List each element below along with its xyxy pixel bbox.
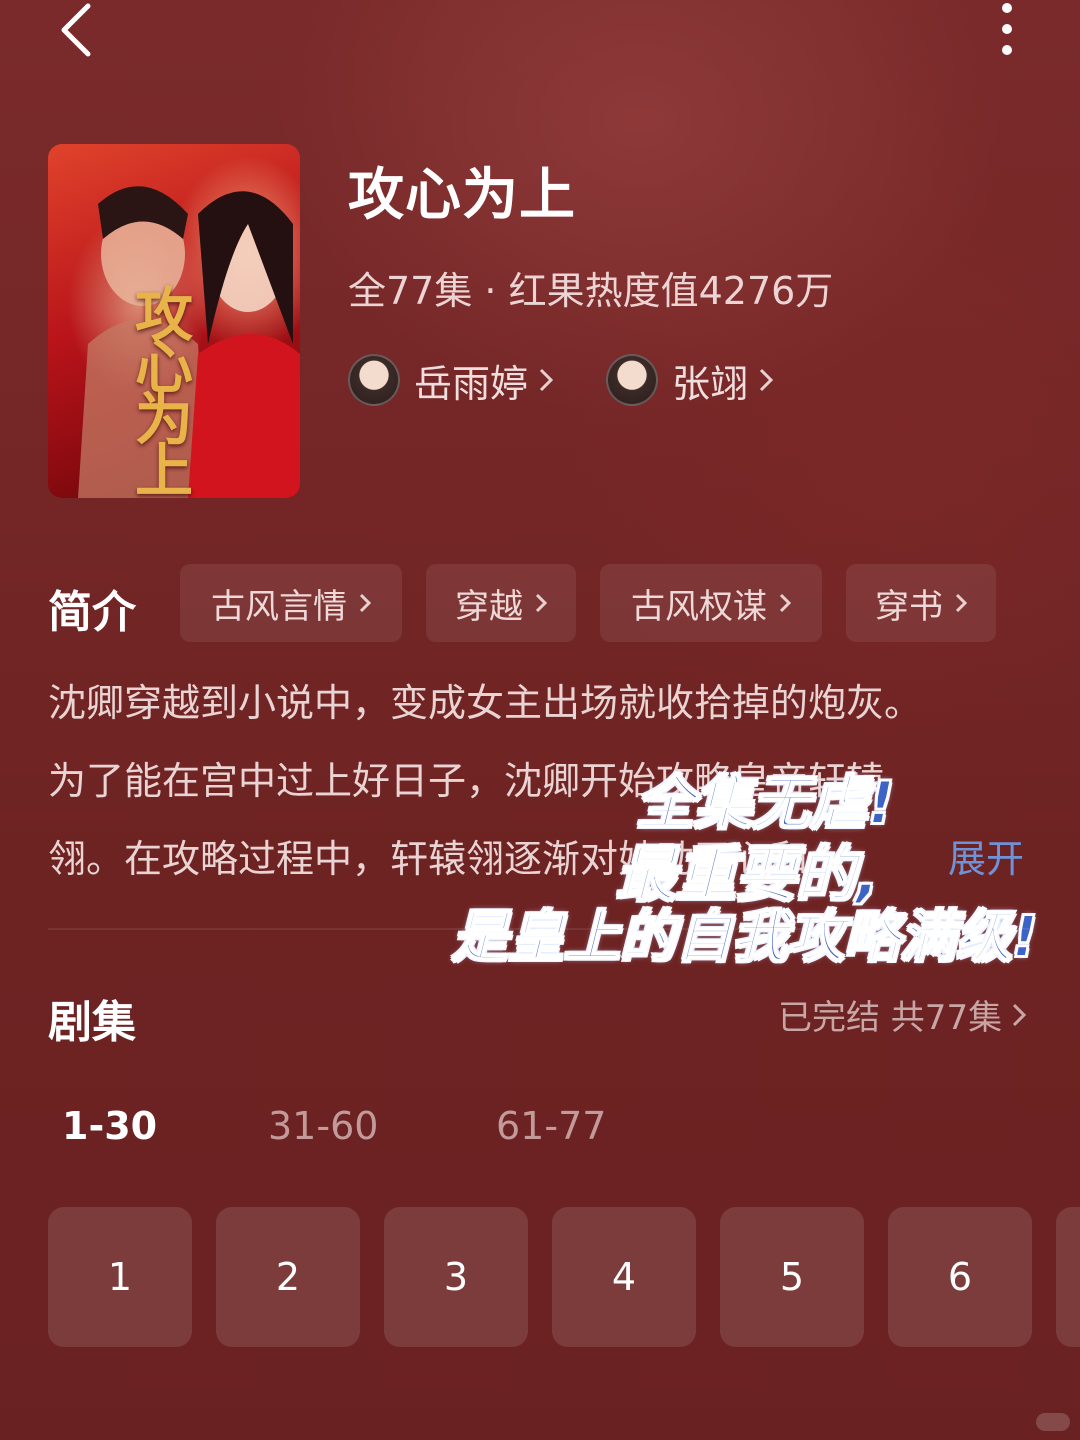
intro-heading: 简介 [48,587,136,638]
show-title: 攻心为上 [348,163,576,228]
show-meta: 全77集 · 红果热度值4276万 [348,269,834,313]
more-vertical-icon [1002,3,1012,55]
drama-detail-page: 攻心为上 攻心为上 全77集 · 红果热度值4276万 岳雨婷 张翊 简介 古风… [0,0,1080,1440]
avatar [348,354,400,406]
bottom-bar [0,1408,1080,1440]
actor-chip[interactable]: 张翊 [606,352,774,408]
tab-range-31-60[interactable]: 31-60 [268,1104,378,1148]
episode-button[interactable]: 5 [720,1207,864,1347]
chevron-right-icon [1013,1003,1027,1026]
tag-label: 穿书 [875,586,943,627]
tab-range-1-30[interactable]: 1-30 [62,1104,157,1148]
tag-label: 古风权谋 [631,586,767,627]
watermark-logo [1036,1413,1070,1431]
chevron-right-icon [359,593,371,613]
chevron-right-icon [759,368,774,392]
chevron-right-icon [535,593,547,613]
episode-button[interactable]: 6 [888,1207,1032,1347]
poster-title-art: 攻心为上 [125,284,193,492]
episode-button[interactable]: 1 [48,1207,192,1347]
tag-chip[interactable]: 穿越 [426,564,576,642]
back-button[interactable] [50,0,110,60]
tab-range-61-77[interactable]: 61-77 [496,1104,606,1148]
episode-button-partial[interactable] [1056,1207,1080,1347]
chevron-right-icon [955,593,967,613]
episode-button[interactable]: 4 [552,1207,696,1347]
tag-chip[interactable]: 古风权谋 [600,564,822,642]
episode-button[interactable]: 2 [216,1207,360,1347]
episodes-heading: 剧集 [48,997,136,1048]
chevron-right-icon [779,593,791,613]
section-divider [48,928,1032,930]
tag-label: 穿越 [455,586,523,627]
chevron-right-icon [539,368,554,392]
overlay-caption-line: 是皇上的自我攻略满级! [451,904,1039,971]
expand-link[interactable]: 展开 [948,828,1024,883]
avatar [606,354,658,406]
more-options-button[interactable] [985,0,1029,64]
episode-button[interactable]: 3 [384,1207,528,1347]
actor-name: 岳雨婷 [414,361,529,406]
episodes-status-link[interactable]: 已完结 共77集 [778,990,1027,1039]
synopsis-line: 沈卿穿越到小说中，变成女主出场就收拾掉的炮灰。 [48,681,923,725]
drama-poster[interactable]: 攻心为上 [48,144,300,498]
back-arrow-icon [61,3,91,57]
tag-label: 古风言情 [211,586,347,627]
actor-name: 张翊 [672,361,749,406]
episodes-status: 已完结 共77集 [778,998,1003,1038]
tag-chip[interactable]: 穿书 [846,564,996,642]
tag-chip[interactable]: 古风言情 [180,564,402,642]
actor-chip[interactable]: 岳雨婷 [348,352,554,408]
